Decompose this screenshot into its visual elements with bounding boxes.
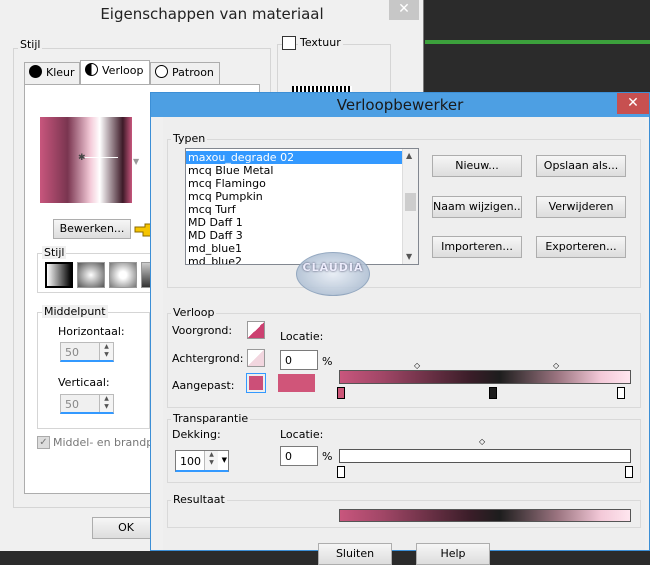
foreground-swatch[interactable] [247, 321, 265, 339]
rename-button[interactable]: Naam wijzigen... [432, 196, 522, 218]
horizontal-spinner[interactable]: 50 ▲ ▼ [60, 342, 114, 362]
dialog-title: Verloopbewerker [336, 96, 464, 114]
save-as-button[interactable]: Opslaan als... [536, 155, 626, 177]
midpoint-marker-icon[interactable]: ◇ [553, 361, 559, 370]
edit-gradient-button[interactable]: Bewerken... [53, 219, 131, 239]
midpoint-marker-icon[interactable]: ◇ [414, 361, 420, 370]
help-button[interactable]: Help [416, 543, 490, 565]
transparency-bar[interactable] [339, 449, 631, 463]
transparency-label: Transparantie [171, 412, 251, 425]
list-item[interactable]: mcq Flamingo [186, 177, 402, 190]
list-item[interactable]: mcq Pumpkin [186, 190, 402, 203]
import-button[interactable]: Importeren... [432, 236, 522, 258]
background-window-bar [425, 40, 650, 44]
angle-handle[interactable] [82, 157, 118, 158]
tab-label: Verloop [102, 64, 144, 77]
close-dialog-button[interactable]: Sluiten [318, 543, 392, 565]
types-label: Typen [171, 132, 208, 145]
dropdown-arrow-icon[interactable]: ▼ [133, 157, 139, 166]
pattern-icon [155, 65, 168, 78]
gradient-list[interactable]: maxou_degrade 02 mcq Blue Metal mcq Flamin… [185, 148, 419, 265]
spinner-arrows-icon[interactable]: ▲ ▼ [99, 395, 113, 412]
gradient-editor-dialog: Verloopbewerker ✕ Typen maxou_degrade 02… [150, 92, 650, 565]
linear-style-icon[interactable] [45, 262, 73, 288]
list-item[interactable]: MD Daff 1 [186, 216, 402, 229]
location-input[interactable]: 0 [280, 350, 318, 370]
style-shape-label: Stijl [42, 246, 67, 259]
transparency-location-input[interactable]: 0 [280, 446, 318, 466]
list-item[interactable]: md_blue1 [186, 242, 402, 255]
tab-label: Kleur [46, 66, 75, 79]
list-item[interactable]: mcq Turf [186, 203, 402, 216]
watermark-logo: CLAUDIA [296, 252, 370, 296]
scroll-down-icon[interactable]: ▼ [406, 252, 412, 261]
horizontal-label: Horizontaal: [58, 325, 125, 338]
editor-body: Typen maxou_degrade 02 mcq Blue Metal mcq … [163, 117, 645, 565]
spinner-arrows-icon[interactable]: ▲ ▼ [99, 343, 113, 360]
center-point-label: Middelpunt [42, 305, 108, 318]
color-stop-marker[interactable] [617, 387, 625, 399]
vertical-spinner[interactable]: 50 ▲ ▼ [60, 394, 114, 414]
color-stop-marker[interactable] [489, 387, 497, 399]
tab-verloop[interactable]: Verloop [80, 60, 150, 84]
percent-label: % [322, 450, 333, 463]
list-item[interactable]: md_blue2 [186, 255, 402, 264]
custom-swatch[interactable] [246, 373, 266, 393]
texture-label: Textuur [298, 36, 343, 49]
opacity-spinner[interactable]: 100 ▲ ▼ ▼ [175, 450, 229, 472]
gradient-icon [85, 63, 98, 76]
color-icon [29, 65, 42, 78]
opacity-label: Dekking: [172, 428, 221, 441]
opacity-stop-marker[interactable] [337, 466, 345, 478]
tab-kleur[interactable]: Kleur [24, 62, 80, 84]
custom-color-preview[interactable] [278, 374, 315, 392]
list-item[interactable]: maxou_degrade 02 [186, 151, 402, 164]
scroll-up-icon[interactable]: ▲ [406, 151, 412, 160]
export-button[interactable]: Exporteren... [536, 236, 626, 258]
spinner-arrows-icon[interactable]: ▲ ▼ [204, 451, 218, 470]
dialog-title: Eigenschappen van materiaal [100, 5, 324, 23]
background-label: Achtergrond: [172, 352, 244, 365]
vertical-label: Verticaal: [58, 376, 110, 389]
scroll-thumb[interactable] [405, 193, 416, 211]
result-label: Resultaat [171, 493, 227, 506]
midpoint-marker-icon[interactable]: ◇ [479, 437, 485, 446]
rectangular-style-icon[interactable] [77, 262, 105, 288]
color-stop-marker[interactable] [337, 387, 345, 399]
new-button[interactable]: Nieuw... [432, 155, 522, 177]
delete-button[interactable]: Verwijderen [536, 196, 626, 218]
opacity-stop-marker[interactable] [625, 466, 633, 478]
center-focal-checkbox[interactable]: ✓ [37, 436, 50, 449]
gradient-bar[interactable] [339, 370, 631, 384]
result-preview [339, 509, 631, 522]
percent-label: % [322, 355, 333, 368]
list-scrollbar[interactable]: ▲ ▼ [402, 149, 418, 264]
location-label: Locatie: [280, 330, 324, 343]
sunburst-style-icon[interactable] [109, 262, 137, 288]
tab-patroon[interactable]: Patroon [150, 62, 220, 84]
custom-label: Aangepast: [172, 379, 235, 392]
texture-checkbox[interactable] [282, 36, 296, 50]
center-point-icon: ✱ [78, 153, 86, 163]
gradient-label: Verloop [171, 306, 217, 319]
tab-label: Patroon [172, 66, 214, 79]
chevron-down-icon[interactable]: ▼ [222, 456, 227, 464]
close-button[interactable]: ✕ [617, 93, 649, 114]
gradient-preview[interactable]: ✱ [40, 117, 132, 203]
list-item[interactable]: mcq Blue Metal [186, 164, 402, 177]
close-button[interactable]: ✕ [389, 0, 419, 20]
foreground-label: Voorgrond: [172, 324, 233, 337]
style-group-label: Stijl [18, 38, 43, 51]
list-item[interactable]: MD Daff 3 [186, 229, 402, 242]
background-swatch[interactable] [247, 349, 265, 367]
location-label: Locatie: [280, 428, 324, 441]
